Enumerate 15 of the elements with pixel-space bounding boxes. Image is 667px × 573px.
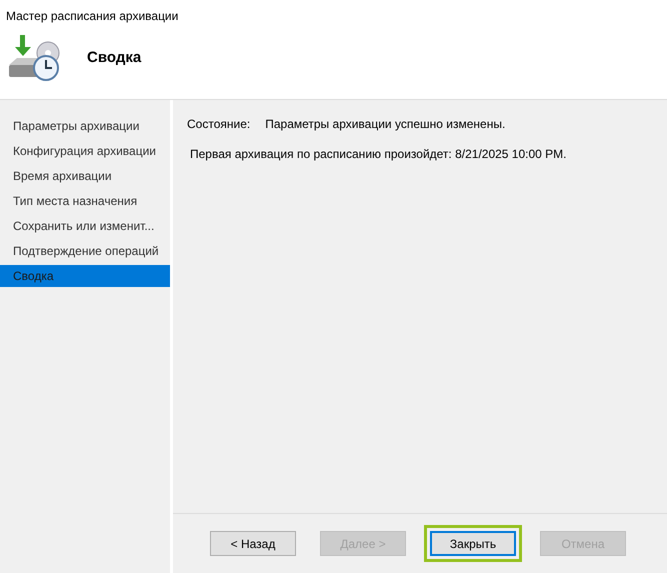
wizard-step[interactable]: Параметры архивации: [0, 115, 170, 137]
status-text: Параметры архивации успешно изменены.: [265, 116, 506, 133]
wizard-button[interactable]: Закрыть: [430, 531, 516, 556]
wizard-step[interactable]: Сводка: [0, 265, 170, 287]
backup-drive-clock-icon: [6, 33, 60, 83]
wizard-step[interactable]: Конфигурация архивации: [0, 140, 170, 162]
wizard-step[interactable]: Подтверждение операций: [0, 240, 170, 262]
wizard-button[interactable]: < Назад: [210, 531, 296, 556]
wizard-step[interactable]: Тип места назначения: [0, 190, 170, 212]
status-label: Состояние:: [187, 116, 250, 133]
wizard-step[interactable]: Время архивации: [0, 165, 170, 187]
window-title: Мастер расписания архивации: [5, 8, 180, 25]
schedule-message: Первая архивация по расписанию произойдет: 8/21/2025 10:00 PM.: [190, 146, 568, 163]
page-heading: Сводка: [87, 48, 142, 68]
wizard-step[interactable]: Сохранить или изменит...: [0, 215, 170, 237]
